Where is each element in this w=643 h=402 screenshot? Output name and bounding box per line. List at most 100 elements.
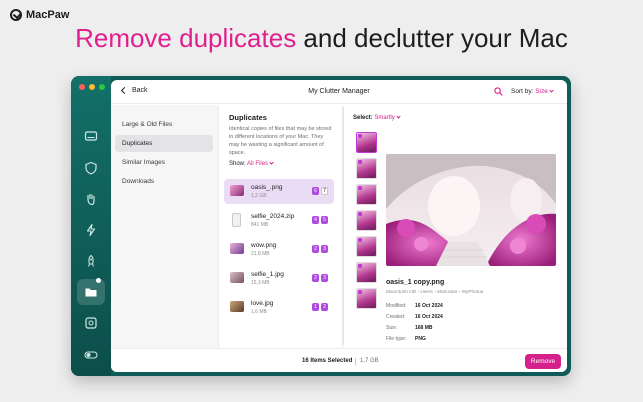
sort-by-value: Size: [535, 88, 548, 95]
file-size: 841 MB: [251, 222, 269, 228]
total-count-badge: 3: [321, 245, 328, 253]
hand-icon[interactable]: [83, 191, 99, 207]
preview-file-name: oasis_1 copy.png: [386, 279, 445, 286]
file-size: 15,3 MB: [251, 280, 270, 286]
file-size: 21,8 MB: [251, 251, 270, 257]
show-filter-dropdown[interactable]: Show: All Files: [229, 160, 274, 167]
section-heading: Duplicates: [229, 113, 267, 122]
macpaw-logo-icon: [10, 9, 22, 21]
preview-pane: Select: Smartly oasis_1 copy.png Macinto…: [344, 105, 567, 348]
selected-count-badge: 2: [312, 274, 319, 282]
meta-key: Created:: [386, 314, 406, 320]
selected-count-badge: 6: [312, 187, 319, 195]
toolbar: Back My Clutter Manager Sort by: Size: [111, 80, 567, 104]
select-label: Select:: [353, 115, 373, 121]
total-count-badge: 5: [321, 216, 328, 224]
app-window: Back My Clutter Manager Sort by: Size La…: [71, 76, 571, 376]
category-large-old-files[interactable]: Large & Old Files: [115, 116, 213, 133]
selected-size: 1,7 GB: [360, 358, 379, 364]
category-list: Large & Old Files Duplicates Similar Ima…: [111, 105, 219, 348]
duplicate-thumbnail[interactable]: [356, 158, 377, 179]
shield-icon[interactable]: [83, 160, 99, 176]
category-downloads[interactable]: Downloads: [115, 173, 213, 190]
file-name: selfie_1.jpg: [251, 271, 284, 278]
folder-icon[interactable]: [83, 284, 99, 300]
duplicate-thumbnail[interactable]: [356, 236, 377, 257]
brand: MacPaw: [10, 9, 69, 21]
headline-rest: and declutter your Mac: [296, 23, 568, 53]
file-name: oasis_.png: [251, 184, 283, 191]
checkbox-checked-icon[interactable]: [358, 212, 362, 216]
checkbox-checked-icon[interactable]: [358, 238, 362, 242]
chevron-down-icon: [549, 88, 554, 93]
meta-value: 16 Oct 2024: [415, 303, 443, 309]
file-name: selfie_2024.zip: [251, 213, 295, 220]
total-count-badge: 2: [321, 303, 328, 311]
selected-count-badge: 1: [312, 303, 319, 311]
file-row[interactable]: wow.png 21,8 MB 2 3: [224, 237, 334, 262]
remove-button[interactable]: Remove: [525, 354, 561, 369]
image-thumbnail: [230, 272, 244, 283]
duplicate-thumbnail[interactable]: [356, 184, 377, 205]
headline-highlight: Remove duplicates: [75, 23, 297, 53]
selected-count-badge: 2: [312, 245, 319, 253]
bolt-icon[interactable]: [83, 222, 99, 238]
items-selected-count: 16 Items Selected: [302, 358, 353, 364]
rocket-icon[interactable]: [83, 253, 99, 269]
duplicate-thumbnail[interactable]: [356, 288, 377, 309]
minimize-window-button[interactable]: [89, 84, 95, 90]
checkbox-checked-icon[interactable]: [358, 160, 362, 164]
sort-by-dropdown[interactable]: Sort by: Size: [511, 88, 554, 95]
show-value: All Files: [247, 161, 269, 167]
file-row[interactable]: selfie_1.jpg 15,3 MB 2 3: [224, 266, 334, 291]
chevron-down-icon: [269, 160, 274, 165]
image-thumbnail: [230, 243, 244, 254]
zoom-window-button[interactable]: [99, 84, 105, 90]
total-count-badge: 7: [321, 187, 328, 195]
finder-icon[interactable]: [83, 315, 99, 331]
headline: Remove duplicates and declutter your Mac: [0, 22, 643, 54]
file-name: wow.png: [251, 242, 277, 249]
file-size: 1,6 MB: [251, 309, 267, 315]
duplicate-thumbnail[interactable]: [356, 132, 377, 153]
sort-by-label: Sort by:: [511, 88, 534, 95]
selected-count-badge: 4: [312, 216, 319, 224]
notification-dot: [96, 278, 101, 283]
meta-value: 168 MB: [415, 325, 433, 331]
toggle-icon[interactable]: [83, 347, 99, 363]
file-name: love.jpg: [251, 300, 274, 307]
section-description: Identical copies of files that may be st…: [229, 126, 332, 156]
meta-value: PNG: [415, 336, 426, 342]
meta-key: File type:: [386, 336, 407, 342]
search-icon[interactable]: [494, 87, 503, 96]
checkbox-checked-icon[interactable]: [358, 134, 362, 138]
show-label: Show:: [229, 161, 246, 167]
file-row[interactable]: love.jpg 1,6 MB 1 2: [224, 295, 334, 320]
meta-key: Size:: [386, 325, 398, 331]
checkbox-checked-icon[interactable]: [358, 186, 362, 190]
preview-file-path: Macintosh HD › Users › MainUser › MyPhot…: [386, 290, 484, 295]
select-value: Smartly: [374, 115, 395, 121]
checkbox-checked-icon[interactable]: [358, 264, 362, 268]
file-row[interactable]: selfie_2024.zip 841 MB 4 5: [224, 208, 334, 233]
image-preview: [386, 154, 556, 266]
meta-value: 16 Oct 2024: [415, 314, 443, 320]
traffic-lights: [79, 84, 105, 90]
file-row[interactable]: oasis_.png 1,2 GB 6 7: [224, 179, 334, 204]
duplicate-thumbnail[interactable]: [356, 262, 377, 283]
close-window-button[interactable]: [79, 84, 85, 90]
separator: [355, 358, 356, 365]
checkbox-checked-icon[interactable]: [358, 290, 362, 294]
disk-icon[interactable]: [83, 128, 99, 144]
chevron-down-icon: [396, 114, 401, 119]
duplicate-thumbnail[interactable]: [356, 210, 377, 231]
meta-key: Modified:: [386, 303, 407, 309]
category-similar-images[interactable]: Similar Images: [115, 154, 213, 171]
duplicates-list-pane: Duplicates Identical copies of files tha…: [220, 105, 343, 348]
select-mode-dropdown[interactable]: Select: Smartly: [353, 114, 401, 121]
brand-name: MacPaw: [26, 9, 70, 21]
category-duplicates[interactable]: Duplicates: [115, 135, 213, 152]
file-size: 1,2 GB: [251, 193, 267, 199]
total-count-badge: 3: [321, 274, 328, 282]
main-panel: Back My Clutter Manager Sort by: Size La…: [111, 80, 567, 372]
